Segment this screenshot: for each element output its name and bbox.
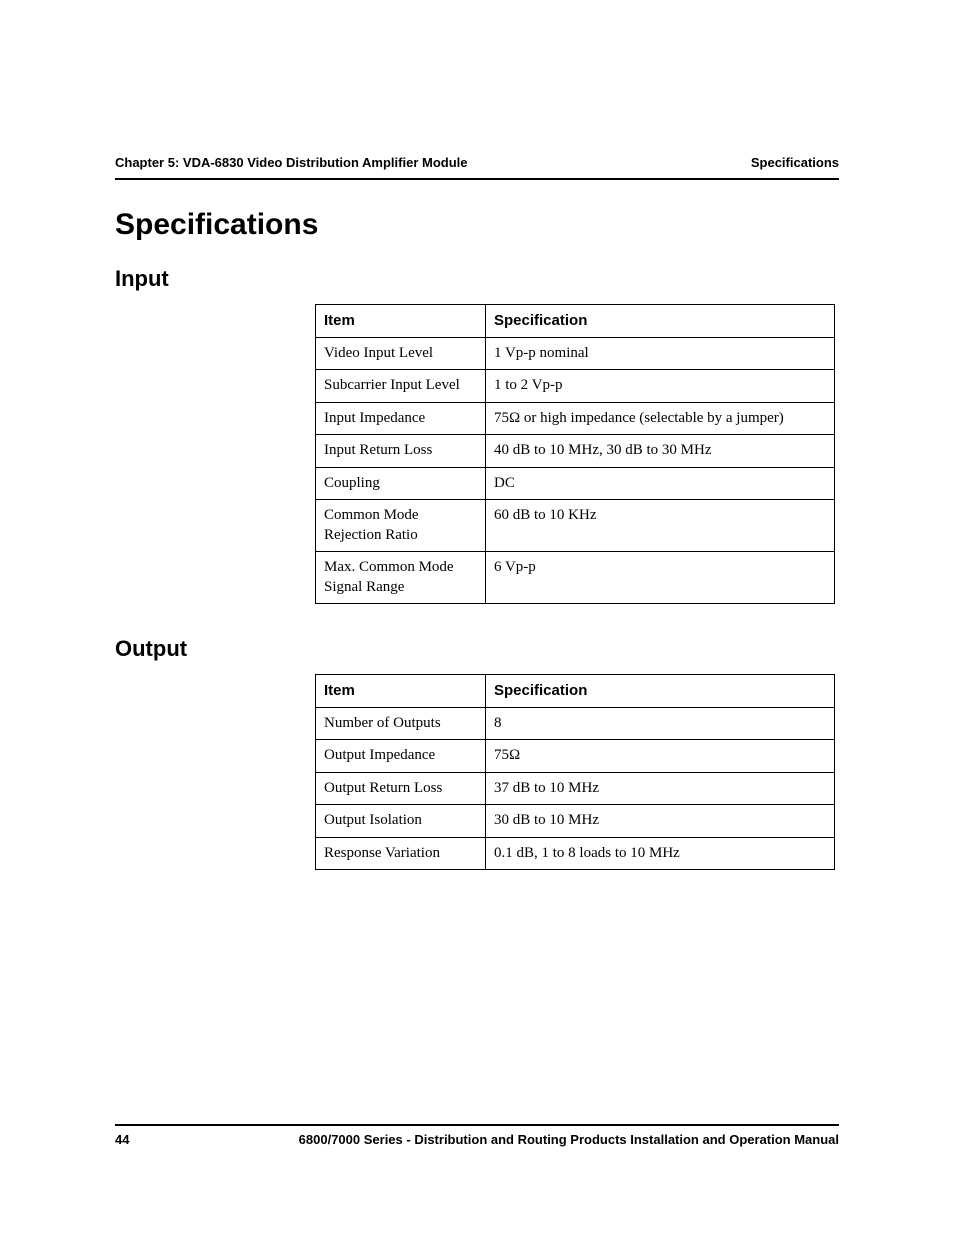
table-row: Coupling DC (316, 467, 835, 500)
table-header-row: Item Specification (316, 305, 835, 338)
table-header-row: Item Specification (316, 675, 835, 708)
table-row: Video Input Level 1 Vp-p nominal (316, 337, 835, 370)
header-rule (115, 178, 839, 180)
table-row: Common Mode Rejection Ratio 60 dB to 10 … (316, 500, 835, 552)
col-header-item: Item (316, 675, 486, 708)
cell-spec: 30 dB to 10 MHz (486, 805, 835, 838)
cell-item: Subcarrier Input Level (316, 370, 486, 403)
cell-item: Output Return Loss (316, 772, 486, 805)
page-footer: 44 6800/7000 Series - Distribution and R… (115, 1124, 839, 1147)
cell-spec: DC (486, 467, 835, 500)
page-title: Specifications (115, 208, 839, 242)
footer-text: 6800/7000 Series - Distribution and Rout… (299, 1132, 839, 1147)
table-row: Input Impedance 75Ω or high impedance (s… (316, 402, 835, 435)
cell-spec: 60 dB to 10 KHz (486, 500, 835, 552)
cell-spec: 1 Vp-p nominal (486, 337, 835, 370)
cell-spec: 75Ω or high impedance (selectable by a j… (486, 402, 835, 435)
section-heading-output: Output (115, 636, 839, 662)
page-header: Chapter 5: VDA-6830 Video Distribution A… (115, 155, 839, 170)
cell-spec: 1 to 2 Vp-p (486, 370, 835, 403)
input-table: Item Specification Video Input Level 1 V… (315, 304, 835, 604)
cell-spec: 75Ω (486, 740, 835, 773)
cell-spec: 8 (486, 707, 835, 740)
cell-item: Coupling (316, 467, 486, 500)
cell-spec: 40 dB to 10 MHz, 30 dB to 30 MHz (486, 435, 835, 468)
table-row: Output Impedance 75Ω (316, 740, 835, 773)
input-table-wrap: Item Specification Video Input Level 1 V… (315, 304, 839, 604)
cell-item: Input Return Loss (316, 435, 486, 468)
col-header-spec: Specification (486, 305, 835, 338)
col-header-item: Item (316, 305, 486, 338)
table-row: Output Return Loss 37 dB to 10 MHz (316, 772, 835, 805)
table-row: Response Variation 0.1 dB, 1 to 8 loads … (316, 837, 835, 870)
output-table: Item Specification Number of Outputs 8 O… (315, 674, 835, 870)
table-row: Number of Outputs 8 (316, 707, 835, 740)
cell-item: Common Mode Rejection Ratio (316, 500, 486, 552)
header-left: Chapter 5: VDA-6830 Video Distribution A… (115, 155, 468, 170)
cell-item: Input Impedance (316, 402, 486, 435)
output-table-wrap: Item Specification Number of Outputs 8 O… (315, 674, 839, 870)
cell-spec: 6 Vp-p (486, 552, 835, 604)
table-row: Max. Common Mode Signal Range 6 Vp-p (316, 552, 835, 604)
cell-item: Output Isolation (316, 805, 486, 838)
cell-item: Output Impedance (316, 740, 486, 773)
cell-spec: 0.1 dB, 1 to 8 loads to 10 MHz (486, 837, 835, 870)
table-row: Subcarrier Input Level 1 to 2 Vp-p (316, 370, 835, 403)
col-header-spec: Specification (486, 675, 835, 708)
cell-item: Response Variation (316, 837, 486, 870)
footer-rule (115, 1124, 839, 1126)
table-row: Output Isolation 30 dB to 10 MHz (316, 805, 835, 838)
page-number: 44 (115, 1132, 129, 1147)
cell-item: Max. Common Mode Signal Range (316, 552, 486, 604)
table-row: Input Return Loss 40 dB to 10 MHz, 30 dB… (316, 435, 835, 468)
header-right: Specifications (751, 155, 839, 170)
cell-item: Number of Outputs (316, 707, 486, 740)
footer-row: 44 6800/7000 Series - Distribution and R… (115, 1132, 839, 1147)
cell-spec: 37 dB to 10 MHz (486, 772, 835, 805)
cell-item: Video Input Level (316, 337, 486, 370)
section-heading-input: Input (115, 266, 839, 292)
